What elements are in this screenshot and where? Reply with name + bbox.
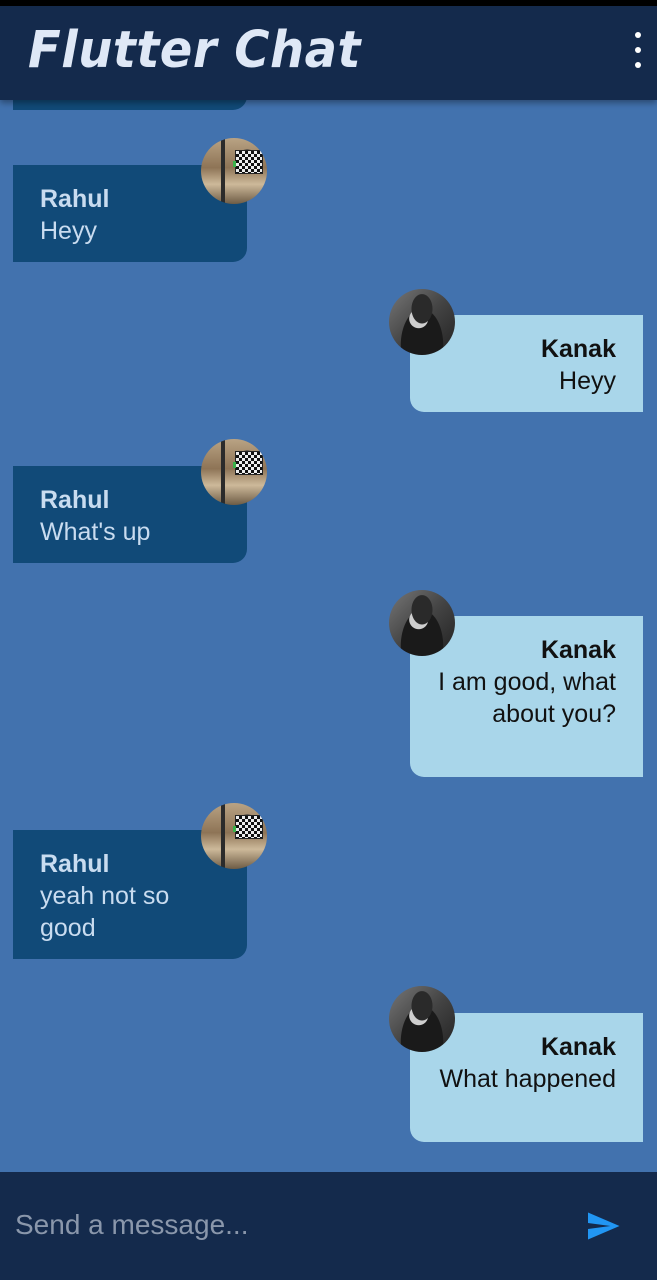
kanak-avatar bbox=[389, 590, 455, 656]
rahul-avatar bbox=[201, 803, 267, 869]
message-text: I am good, what about you? bbox=[438, 668, 616, 728]
message-bubble-partial bbox=[13, 100, 247, 110]
kanak-avatar bbox=[389, 986, 455, 1052]
message-list[interactable]: Rahul Heyy Kanak Heyy Rahul What's up Ka… bbox=[0, 100, 657, 1172]
message-sender: Kanak bbox=[540, 636, 616, 664]
message-sender: Kanak bbox=[540, 335, 616, 363]
message-text: Heyy bbox=[40, 217, 97, 245]
more-vert-icon[interactable] bbox=[631, 32, 645, 68]
message-text: yeah not so good bbox=[40, 882, 170, 942]
message-input[interactable] bbox=[13, 1196, 557, 1254]
message-sender: Kanak bbox=[540, 1033, 616, 1061]
kanak-avatar bbox=[389, 289, 455, 355]
message-text: What's up bbox=[40, 518, 151, 546]
message-text: Heyy bbox=[559, 367, 616, 395]
message-composer bbox=[0, 1172, 657, 1280]
app-title: Flutter Chat bbox=[28, 20, 361, 80]
message-sender: Rahul bbox=[40, 185, 110, 213]
message-sender: Rahul bbox=[40, 850, 110, 878]
rahul-avatar bbox=[201, 138, 267, 204]
message-sender: Rahul bbox=[40, 486, 110, 514]
app-bar: Flutter Chat bbox=[0, 6, 657, 100]
rahul-avatar bbox=[201, 439, 267, 505]
message-text: What happened bbox=[439, 1065, 616, 1093]
send-icon[interactable] bbox=[582, 1208, 624, 1244]
